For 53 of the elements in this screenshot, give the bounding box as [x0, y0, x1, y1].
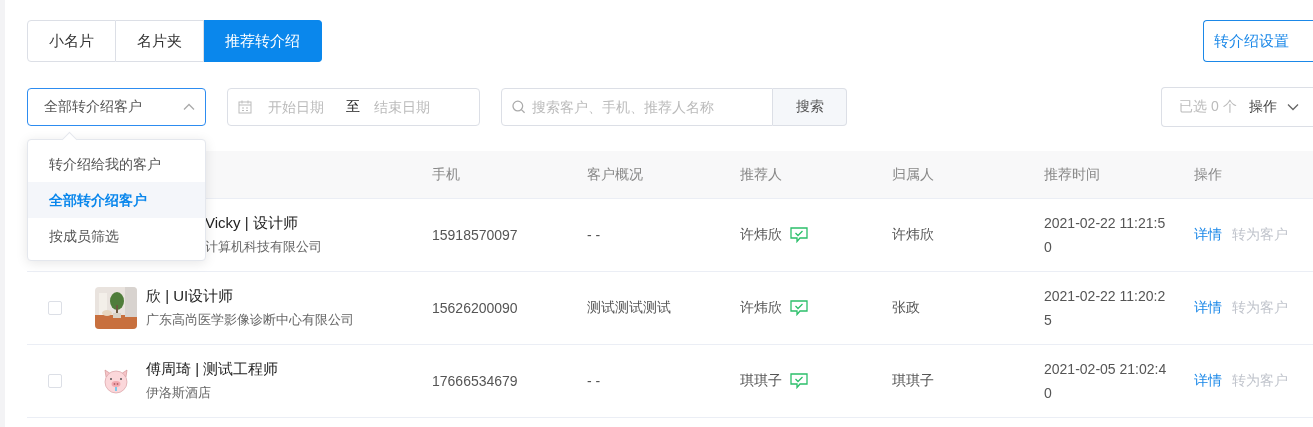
- company-name: 计算机科技有限公司: [205, 238, 322, 256]
- overview-cell: 测试测试测试: [587, 299, 671, 315]
- search-input[interactable]: 搜索客户、手机、推荐人名称: [531, 99, 764, 115]
- time-cell-text: 2021-02-22 11:21:50: [1044, 214, 1167, 257]
- owner-cell: 张政: [892, 299, 920, 315]
- calendar-icon: [238, 100, 252, 114]
- dropdown-option[interactable]: 全部转介绍客户: [28, 182, 205, 218]
- column-header: 客户概况: [586, 165, 644, 184]
- dropdown-option[interactable]: 转介绍给我的客户: [28, 146, 205, 182]
- referrer-cell: 琪琪子: [740, 372, 782, 390]
- actions-dropdown[interactable]: 操作: [1248, 98, 1299, 116]
- chevron-icon: [1286, 103, 1299, 111]
- customer-name: 傅周琦 | 测试工程师: [146, 360, 279, 379]
- search-button[interactable]: 搜索: [773, 88, 847, 126]
- company-name: 伊洛斯酒店: [146, 384, 212, 402]
- customer-name: 欣 | UI设计师: [146, 287, 235, 306]
- search-icon: [512, 100, 526, 114]
- phone-cell: 15626200090: [432, 300, 518, 316]
- tab[interactable]: 小名片: [27, 20, 116, 62]
- customer-filter-select[interactable]: 全部转介绍客户: [27, 88, 206, 126]
- column-header: 推荐人: [739, 165, 783, 184]
- referrer-cell: 许炜欣: [740, 299, 782, 317]
- overview-cell: - -: [587, 227, 601, 243]
- tab[interactable]: 推荐转介绍: [204, 20, 322, 62]
- column-header: 手机: [431, 165, 461, 184]
- pig-icon: [102, 368, 130, 394]
- owner-cell: 许炜欣: [892, 226, 934, 242]
- column-header: 操作: [1193, 165, 1223, 184]
- settings-button[interactable]: 转介绍设置: [1203, 20, 1313, 62]
- column-header: 推荐时间: [1043, 165, 1101, 184]
- selected-count: 已选 0 个: [1179, 98, 1237, 116]
- owner-cell: 琪琪子: [892, 372, 934, 388]
- phone-cell: 17666534679: [432, 373, 518, 389]
- action-link[interactable]: 详情: [1194, 299, 1222, 317]
- action-link[interactable]: 详情: [1194, 372, 1222, 390]
- search-field[interactable]: 搜索客户、手机、推荐人名称: [501, 88, 773, 126]
- tab[interactable]: 名片夹: [116, 20, 204, 62]
- column-header: 归属人: [891, 165, 935, 184]
- date-separator: 至: [346, 98, 360, 116]
- customer-name: Vicky | 设计师: [205, 214, 299, 233]
- checkbox[interactable]: [48, 301, 62, 315]
- company-name: 广东高尚医学影像诊断中心有限公司: [146, 311, 354, 329]
- checkbox[interactable]: [48, 374, 62, 388]
- time-cell-text: 2021-02-22 11:20:25: [1044, 287, 1167, 330]
- referrer-cell: 许炜欣: [740, 226, 782, 244]
- start-date-input[interactable]: 开始日期: [268, 99, 346, 115]
- time-cell-text: 2021-02-05 21:02:40: [1044, 360, 1168, 403]
- dropdown-option[interactable]: 按成员筛选: [28, 218, 205, 254]
- phone-cell: 15918570097: [432, 227, 518, 243]
- action-link[interactable]: 详情: [1194, 226, 1222, 244]
- overview-cell: - -: [587, 373, 601, 389]
- end-date-input[interactable]: 结束日期: [374, 99, 452, 115]
- chevron-icon: [183, 103, 195, 111]
